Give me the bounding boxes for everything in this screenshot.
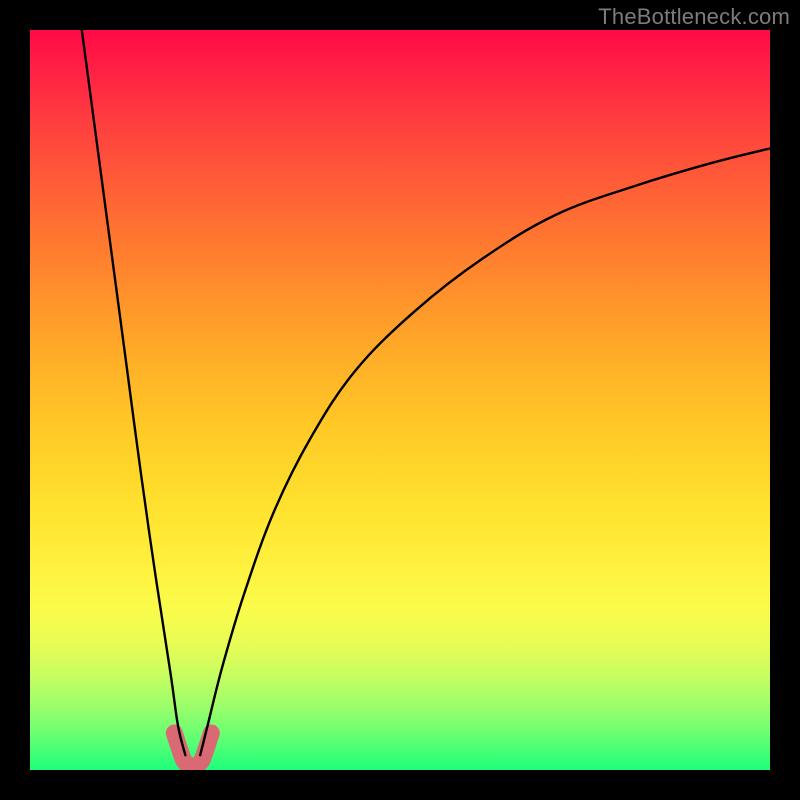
chart-plot-area xyxy=(30,30,770,770)
chart-svg xyxy=(30,30,770,770)
chart-curve xyxy=(82,30,770,755)
watermark-text: TheBottleneck.com xyxy=(598,4,790,30)
chart-stage: TheBottleneck.com xyxy=(0,0,800,800)
